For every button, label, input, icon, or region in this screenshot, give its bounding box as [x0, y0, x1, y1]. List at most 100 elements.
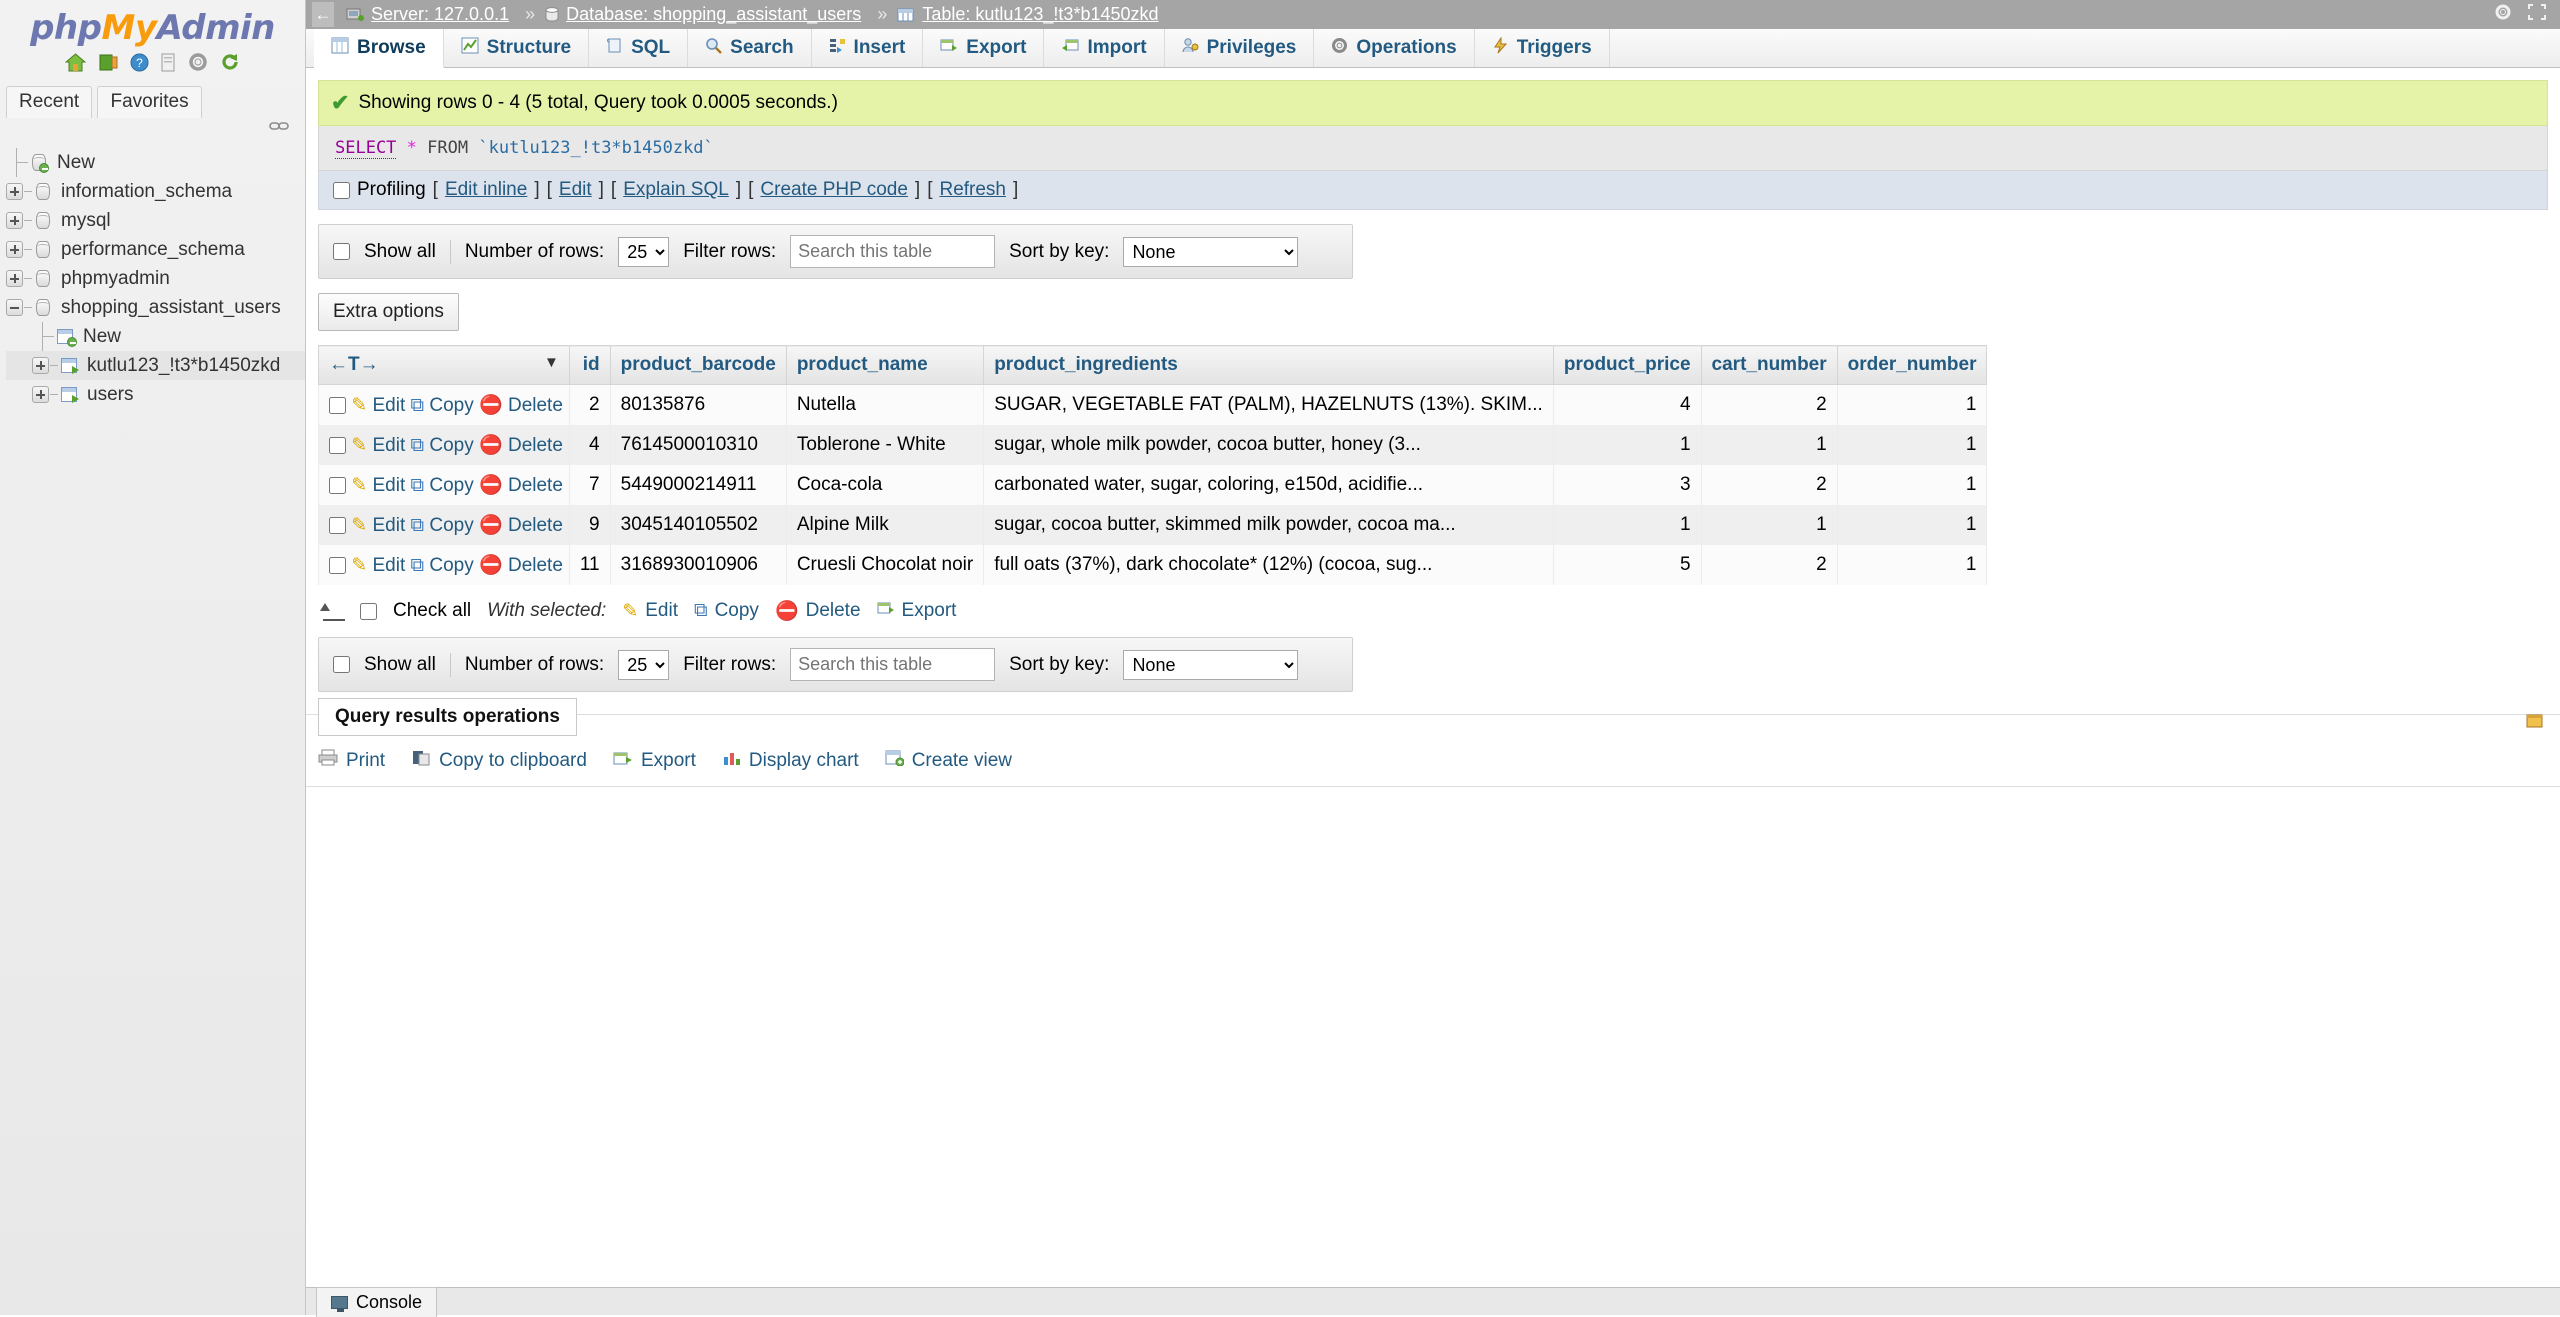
row-select-checkbox[interactable] [329, 557, 346, 574]
tab-export[interactable]: Export [923, 29, 1044, 67]
create-view-link[interactable]: Create view [885, 750, 1012, 772]
display-chart-link[interactable]: Display chart [722, 749, 859, 772]
select-all-arrow-icon[interactable] [318, 601, 344, 621]
scroll-to-top-icon[interactable] [2526, 713, 2544, 735]
tree-item-new-table[interactable]: New [6, 322, 305, 351]
number-of-rows-select-top[interactable]: 25 [618, 237, 669, 267]
number-of-rows-select-bottom[interactable]: 25 [618, 650, 669, 680]
extra-options-button[interactable]: Extra options [318, 293, 459, 331]
explain-sql-link[interactable]: Explain SQL [623, 179, 729, 201]
delete-row-link[interactable]: ⛔ Delete [479, 435, 563, 456]
breadcrumb-table[interactable]: Table: kutlu123_!t3*b1450zkd [897, 4, 1158, 25]
copy-to-clipboard-link[interactable]: Copy to clipboard [411, 749, 587, 772]
tab-operations[interactable]: Operations [1314, 29, 1474, 67]
tree-item-shopping-assistant-users[interactable]: shopping_assistant_users [6, 293, 305, 322]
column-header-cart-number[interactable]: cart_number [1701, 346, 1837, 385]
expand-toggle-icon[interactable] [6, 241, 23, 258]
bulk-export-link[interactable]: Export [877, 600, 957, 622]
edit-row-link[interactable]: ✎ Edit [351, 395, 405, 416]
breadcrumb-server[interactable]: Server: 127.0.0.1 [346, 4, 509, 25]
tab-browse[interactable]: Browse [314, 29, 444, 68]
sort-by-key-select-top[interactable]: None [1123, 237, 1298, 267]
check-all-checkbox[interactable] [360, 603, 377, 620]
chevron-down-icon[interactable]: ▼ [544, 354, 559, 371]
tree-item-kutlu123-table[interactable]: kutlu123_!t3*b1450zkd [6, 351, 305, 380]
tab-triggers[interactable]: Triggers [1475, 29, 1610, 67]
settings-icon[interactable] [2494, 3, 2512, 26]
edit-row-link[interactable]: ✎ Edit [351, 475, 405, 496]
column-header-order-number[interactable]: order_number [1837, 346, 1987, 385]
delete-row-link[interactable]: ⛔ Delete [479, 515, 563, 536]
print-link[interactable]: Print [318, 749, 385, 772]
edit-row-link[interactable]: ✎ Edit [351, 555, 405, 576]
export-link[interactable]: Export [613, 750, 696, 772]
refresh-link[interactable]: Refresh [939, 179, 1006, 201]
tab-import[interactable]: Import [1044, 29, 1164, 67]
tree-item-information-schema[interactable]: information_schema [6, 177, 305, 206]
sidebar-tab-recent[interactable]: Recent [6, 86, 92, 118]
collapse-toggle-icon[interactable] [6, 299, 23, 316]
row-select-checkbox[interactable] [329, 397, 346, 414]
sidebar-tab-favorites[interactable]: Favorites [97, 86, 201, 118]
show-all-checkbox-top[interactable] [333, 243, 350, 260]
sort-by-key-select-bottom[interactable]: None [1123, 650, 1298, 680]
edit-link[interactable]: Edit [559, 179, 592, 201]
delete-row-link[interactable]: ⛔ Delete [479, 555, 563, 576]
row-actions-header[interactable]: ←T→ ▼ [319, 346, 570, 385]
logout-icon[interactable] [98, 53, 119, 79]
copy-row-link[interactable]: ⧉ Copy [411, 515, 474, 536]
reload-icon[interactable] [220, 52, 240, 79]
column-header-product-ingredients[interactable]: product_ingredients [984, 346, 1554, 385]
tab-structure[interactable]: Structure [444, 29, 589, 67]
back-arrow-icon[interactable]: ← [312, 2, 334, 27]
tree-item-performance-schema[interactable]: performance_schema [6, 235, 305, 264]
tab-sql[interactable]: SQL [589, 29, 688, 67]
console-toggle[interactable]: Console [316, 1287, 437, 1317]
docs-icon[interactable] [160, 53, 177, 79]
bulk-delete-link[interactable]: ⛔Delete [775, 599, 861, 623]
edit-row-link[interactable]: ✎ Edit [351, 435, 405, 456]
breadcrumb-database[interactable]: Database: shopping_assistant_users [545, 4, 861, 25]
column-header-product-name[interactable]: product_name [786, 346, 983, 385]
home-icon[interactable] [65, 53, 86, 79]
copy-row-link[interactable]: ⧉ Copy [411, 555, 474, 576]
fullscreen-icon[interactable] [2528, 4, 2546, 25]
tab-insert[interactable]: Insert [812, 29, 924, 67]
tree-item-users-table[interactable]: users [6, 380, 305, 409]
row-select-checkbox[interactable] [329, 437, 346, 454]
expand-toggle-icon[interactable] [32, 357, 49, 374]
show-all-checkbox-bottom[interactable] [333, 656, 350, 673]
executed-sql-query[interactable]: SELECT * FROM `kutlu123_!t3*b1450zkd` [318, 126, 2548, 171]
profiling-checkbox[interactable] [333, 182, 350, 199]
tab-search[interactable]: Search [688, 29, 811, 67]
copy-row-link[interactable]: ⧉ Copy [411, 395, 474, 416]
console-bar[interactable]: Console [306, 1287, 2560, 1315]
bulk-copy-link[interactable]: ⧉Copy [694, 600, 759, 622]
delete-row-link[interactable]: ⛔ Delete [479, 395, 563, 416]
edit-inline-link[interactable]: Edit inline [445, 179, 527, 201]
expand-toggle-icon[interactable] [6, 270, 23, 287]
tree-item-mysql[interactable]: mysql [6, 206, 305, 235]
filter-rows-input-bottom[interactable] [790, 648, 995, 681]
help-icon[interactable]: ? [130, 53, 149, 79]
delete-row-link[interactable]: ⛔ Delete [479, 475, 563, 496]
bulk-edit-link[interactable]: ✎Edit [622, 600, 678, 623]
create-php-code-link[interactable]: Create PHP code [760, 179, 908, 201]
column-header-id[interactable]: id [569, 346, 610, 385]
tab-privileges[interactable]: Privileges [1165, 29, 1315, 67]
row-select-checkbox[interactable] [329, 517, 346, 534]
tree-item-new-db[interactable]: New [6, 148, 305, 177]
column-header-product-price[interactable]: product_price [1553, 346, 1701, 385]
copy-row-link[interactable]: ⧉ Copy [411, 475, 474, 496]
link-icon[interactable] [269, 120, 287, 131]
edit-row-link[interactable]: ✎ Edit [351, 515, 405, 536]
phpmyadmin-logo[interactable]: phpMyAdmin [0, 0, 305, 48]
settings-icon[interactable] [188, 52, 208, 79]
column-header-product-barcode[interactable]: product_barcode [610, 346, 786, 385]
expand-toggle-icon[interactable] [32, 386, 49, 403]
row-select-checkbox[interactable] [329, 477, 346, 494]
copy-row-link[interactable]: ⧉ Copy [411, 435, 474, 456]
tree-item-phpmyadmin[interactable]: phpmyadmin [6, 264, 305, 293]
filter-rows-input-top[interactable] [790, 235, 995, 268]
expand-toggle-icon[interactable] [6, 183, 23, 200]
